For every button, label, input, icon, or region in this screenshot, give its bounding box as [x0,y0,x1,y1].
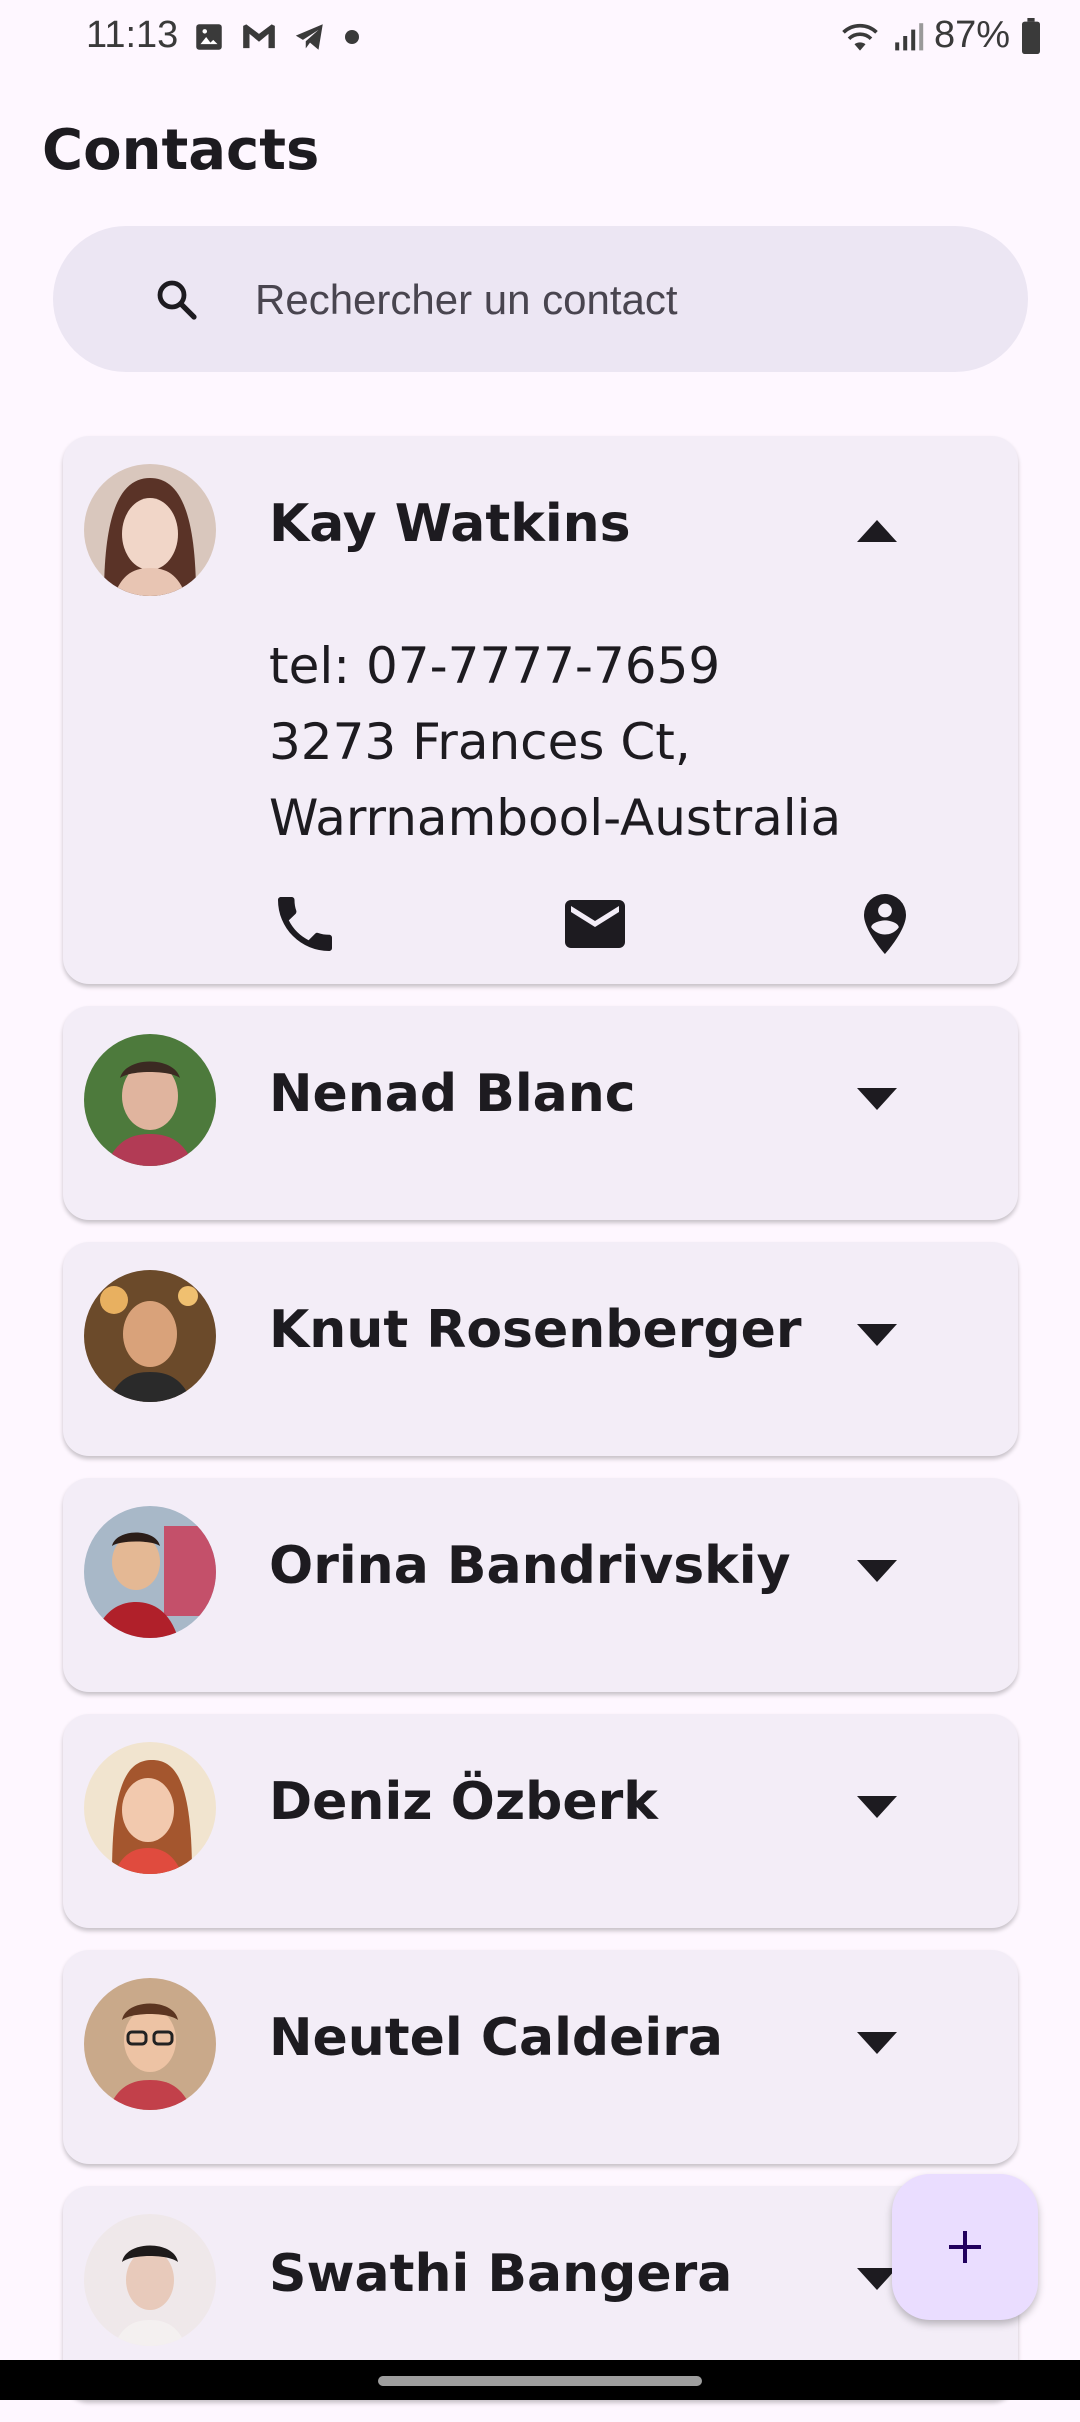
avatar [84,1506,216,1638]
contact-card-knut-rosenberger[interactable]: Knut Rosenberger [63,1242,1018,1456]
gallery-icon [196,24,222,50]
search-input[interactable] [253,266,997,334]
notification-icons [192,20,362,54]
contact-name: Neutel Caldeira [269,2008,723,2068]
contact-card-deniz-ozberk[interactable]: Deniz Özberk [63,1714,1018,1928]
home-handle[interactable] [378,2376,702,2386]
search-bar[interactable] [53,226,1028,372]
contact-card-kay-watkins[interactable]: Kay Watkins tel: 07-7777-7659 3273 Franc… [63,436,1018,984]
location-icon[interactable] [849,888,921,960]
contact-name: Swathi Bangera [269,2244,733,2304]
battery-percent: 87% [933,14,1010,56]
dot-icon [345,30,359,44]
contact-details: tel: 07-7777-7659 3273 Frances Ct, Warrn… [269,628,841,856]
plus-icon [949,2231,981,2263]
contact-address-line2: Warrnambool-Australia [269,789,842,847]
contact-name: Nenad Blanc [269,1064,636,1124]
contact-name: Knut Rosenberger [269,1300,802,1360]
chevron-down-icon[interactable] [853,1082,901,1116]
contact-address-line1: 3273 Frances Ct, [269,713,691,771]
page-title: Contacts [42,118,320,183]
avatar [84,1742,216,1874]
contact-card-neutel-caldeira[interactable]: Neutel Caldeira [63,1950,1018,2164]
contact-card-nenad-blanc[interactable]: Nenad Blanc [63,1006,1018,1220]
system-nav-bar [0,2360,1080,2400]
avatar [84,1034,216,1166]
contact-card-orina-bandrivskiy[interactable]: Orina Bandrivskiy [63,1478,1018,1692]
chevron-down-icon[interactable] [853,1554,901,1588]
wifi-icon [842,23,878,51]
contact-name: Orina Bandrivskiy [269,1536,791,1596]
contact-phone: tel: 07-7777-7659 [269,637,721,695]
avatar [84,464,216,596]
email-icon[interactable] [559,888,631,960]
status-bar: 11:13 87% [0,0,1080,76]
chevron-down-icon[interactable] [853,2026,901,2060]
avatar [84,1978,216,2110]
chevron-up-icon[interactable] [853,512,901,546]
status-time: 11:13 [86,14,179,56]
signal-icon [895,22,924,50]
contact-list: Kay Watkins tel: 07-7777-7659 3273 Franc… [63,436,1018,2422]
gmail-icon [243,24,275,49]
system-status: 87% [838,14,1042,57]
avatar [84,1270,216,1402]
search-icon[interactable] [153,276,201,324]
telegram-icon [295,24,323,50]
chevron-down-icon[interactable] [853,1318,901,1352]
chevron-down-icon[interactable] [853,1790,901,1824]
contact-name: Kay Watkins [269,494,631,554]
battery-icon [1022,17,1040,54]
contact-name: Deniz Özberk [269,1772,658,1832]
avatar [84,2214,216,2346]
add-contact-button[interactable] [892,2174,1038,2320]
phone-icon[interactable] [269,888,341,960]
